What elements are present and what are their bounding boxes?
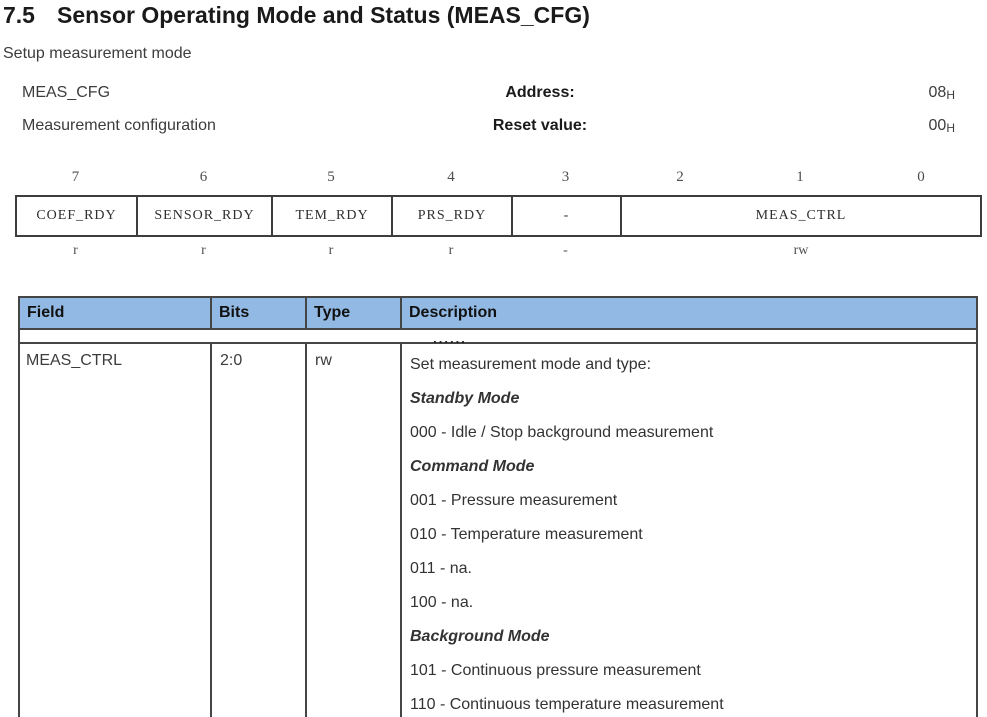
section-number: 7.5 bbox=[3, 2, 35, 28]
address-value-hex: 08 bbox=[929, 84, 947, 101]
address-value: 08H bbox=[929, 76, 955, 112]
hex-suffix: H bbox=[946, 88, 955, 102]
section-heading-text: Sensor Operating Mode and Status (MEAS_C… bbox=[57, 2, 590, 28]
column-header-type: Type bbox=[307, 298, 402, 328]
ellipsis-text: ...... bbox=[433, 333, 467, 344]
description-line-background-mode: Background Mode bbox=[410, 620, 976, 654]
bit-number-6: 6 bbox=[136, 166, 271, 188]
ellipsis-row: ...... bbox=[20, 330, 976, 344]
table-row: MEAS_CTRL 2:0 rw Set measurement mode an… bbox=[20, 344, 976, 717]
access-reserved: - bbox=[511, 241, 620, 261]
bitfield-cell-coef-rdy: COEF_RDY bbox=[17, 197, 138, 235]
hex-suffix: H bbox=[946, 121, 955, 135]
column-header-bits: Bits bbox=[212, 298, 307, 328]
bitfield-cell-sensor-rdy: SENSOR_RDY bbox=[138, 197, 273, 235]
description-line: 110 - Continuous temperature measurement bbox=[410, 688, 976, 717]
description-line: 000 - Idle / Stop background measurement bbox=[410, 416, 976, 450]
register-description: Measurement configuration bbox=[22, 109, 216, 142]
column-header-field: Field bbox=[20, 298, 212, 328]
register-info-row: Measurement configuration Reset value: 0… bbox=[22, 109, 955, 142]
column-header-description: Description bbox=[402, 298, 976, 328]
bit-number-0: 0 bbox=[860, 166, 982, 188]
access-meas-ctrl: rw bbox=[620, 241, 982, 261]
register-subtitle: Setup measurement mode bbox=[3, 45, 192, 63]
description-line: 011 - na. bbox=[410, 552, 976, 586]
description-line: 001 - Pressure measurement bbox=[410, 484, 976, 518]
datasheet-page: 7.5 Sensor Operating Mode and Status (MEA… bbox=[0, 0, 987, 717]
description-line-command-mode: Command Mode bbox=[410, 450, 976, 484]
type-cell: rw bbox=[307, 344, 402, 717]
bit-access-row: r r r r - rw bbox=[15, 241, 982, 261]
access-sensor-rdy: r bbox=[136, 241, 271, 261]
bit-number-7: 7 bbox=[15, 166, 136, 188]
table-header-row: Field Bits Type Description bbox=[20, 298, 976, 330]
bitfield-cell-meas-ctrl: MEAS_CTRL bbox=[622, 197, 980, 235]
register-info: MEAS_CFG Address: 08H Measurement config… bbox=[22, 76, 955, 142]
bit-number-4: 4 bbox=[391, 166, 511, 188]
bit-number-3: 3 bbox=[511, 166, 620, 188]
field-name-cell: MEAS_CTRL bbox=[20, 344, 212, 717]
reset-value-hex: 00 bbox=[929, 117, 947, 134]
description-line-standby-mode: Standby Mode bbox=[410, 382, 976, 416]
bit-number-1: 1 bbox=[740, 166, 860, 188]
reset-value-label: Reset value: bbox=[493, 109, 587, 142]
bitfield-diagram: COEF_RDY SENSOR_RDY TEM_RDY PRS_RDY - ME… bbox=[15, 195, 982, 237]
description-line: 101 - Continuous pressure measurement bbox=[410, 654, 976, 688]
description-line: Set measurement mode and type: bbox=[410, 348, 976, 382]
description-line: 100 - na. bbox=[410, 586, 976, 620]
access-prs-rdy: r bbox=[391, 241, 511, 261]
reset-value: 00H bbox=[929, 109, 955, 145]
section-title: 7.5 Sensor Operating Mode and Status (MEA… bbox=[3, 2, 590, 29]
bit-number-5: 5 bbox=[271, 166, 391, 188]
bit-number-row: 7 6 5 4 3 2 1 0 bbox=[15, 166, 982, 188]
description-line: 010 - Temperature measurement bbox=[410, 518, 976, 552]
address-label: Address: bbox=[505, 76, 574, 109]
field-description-table: Field Bits Type Description ...... MEAS_… bbox=[18, 296, 978, 717]
bits-cell: 2:0 bbox=[212, 344, 307, 717]
bit-number-2: 2 bbox=[620, 166, 740, 188]
bitfield-cell-reserved: - bbox=[513, 197, 622, 235]
register-info-row: MEAS_CFG Address: 08H bbox=[22, 76, 955, 109]
access-tem-rdy: r bbox=[271, 241, 391, 261]
description-cell: Set measurement mode and type: Standby M… bbox=[402, 344, 976, 717]
register-name: MEAS_CFG bbox=[22, 76, 110, 109]
access-coef-rdy: r bbox=[15, 241, 136, 261]
bitfield-cell-prs-rdy: PRS_RDY bbox=[393, 197, 513, 235]
bitfield-cell-tem-rdy: TEM_RDY bbox=[273, 197, 393, 235]
